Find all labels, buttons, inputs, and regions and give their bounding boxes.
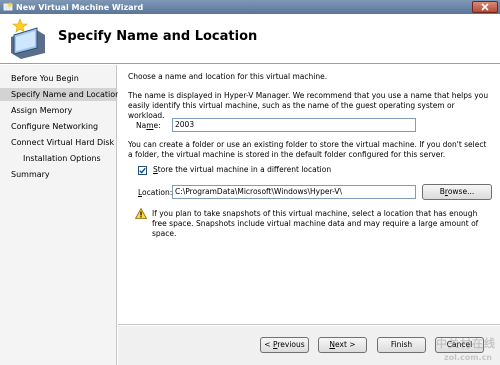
step-connect-virtual-hard-disk[interactable]: Connect Virtual Hard Disk xyxy=(0,136,116,149)
title-bar: New Virtual Machine Wizard xyxy=(0,0,500,14)
store-location-checkbox[interactable] xyxy=(138,166,147,175)
wizard-header: Specify Name and Location xyxy=(0,14,500,64)
intro-text: Choose a name and location for this virt… xyxy=(128,72,328,81)
close-button[interactable] xyxy=(472,1,498,13)
step-summary[interactable]: Summary xyxy=(0,168,116,181)
wizard-steps-pane: Before You Begin Specify Name and Locati… xyxy=(0,65,120,365)
wizard-icon xyxy=(3,2,13,11)
step-configure-networking[interactable]: Configure Networking xyxy=(0,120,116,133)
virtual-machine-icon xyxy=(11,18,45,59)
name-field[interactable]: 2003 xyxy=(172,118,416,132)
browse-button[interactable]: Browse... xyxy=(422,184,492,200)
next-button[interactable]: Next > xyxy=(318,337,367,353)
step-specify-name-and-location[interactable]: Specify Name and Location xyxy=(0,88,120,101)
watermark-url: zol.com.cn xyxy=(444,353,492,362)
window-title: New Virtual Machine Wizard xyxy=(16,2,144,12)
name-label: Name: xyxy=(136,121,161,130)
step-assign-memory[interactable]: Assign Memory xyxy=(0,104,116,117)
location-label: Location: xyxy=(138,188,173,197)
location-field[interactable]: C:\ProgramData\Microsoft\Windows\Hyper-V… xyxy=(172,185,416,199)
step-installation-options[interactable]: Installation Options xyxy=(0,152,116,165)
warning-icon xyxy=(135,208,147,219)
wizard-content: Choose a name and location for this virt… xyxy=(118,65,500,325)
store-location-checkbox-label[interactable]: Store the virtual machine in a different… xyxy=(153,165,331,175)
snapshot-warning-text: If you plan to take snapshots of this vi… xyxy=(152,209,479,238)
watermark-text: 中关村在线 xyxy=(436,337,496,350)
step-before-you-begin[interactable]: Before You Begin xyxy=(0,72,116,85)
folder-help-text: You can create a folder or use an existi… xyxy=(128,140,487,159)
page-title: Specify Name and Location xyxy=(58,29,258,44)
checkmark-icon xyxy=(139,167,146,174)
finish-button[interactable]: Finish xyxy=(377,337,426,353)
previous-button[interactable]: < Previous xyxy=(260,337,309,353)
name-help-text: The name is displayed in Hyper-V Manager… xyxy=(128,91,489,120)
close-icon xyxy=(481,3,489,11)
